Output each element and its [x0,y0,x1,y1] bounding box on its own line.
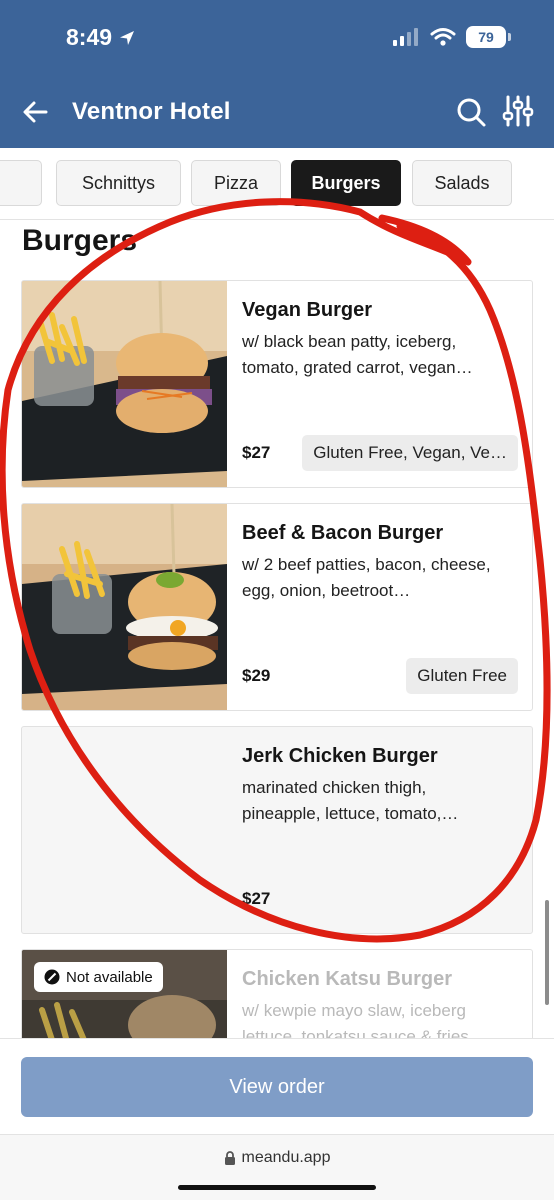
tab-label: Burgers [311,172,381,193]
tab-salads[interactable]: Salads [412,160,512,206]
item-price: $27 [242,889,271,908]
nav-bar: Ventnor Hotel [0,88,554,138]
tab-burgers[interactable]: Burgers [291,160,401,206]
status-bar: 8:49 79 [0,18,554,58]
status-time: 8:49 [66,24,136,51]
item-name: Chicken Katsu Burger [242,968,453,990]
unavailable-icon [44,969,60,985]
item-name: Jerk Chicken Burger [242,745,438,767]
menu-item-card[interactable]: Vegan Burger w/ black bean patty, iceber… [21,280,533,488]
food-photo [22,281,227,487]
tab-label: Pizza [213,172,258,193]
item-price: $29 [242,666,271,685]
clock-text: 8:49 [66,24,113,50]
browser-bar: meandu.app [0,1134,554,1200]
url-bar[interactable]: meandu.app [0,1149,554,1167]
item-description: w/ 2 beef patties, bacon, cheese, egg, o… [242,555,491,600]
item-name: Vegan Burger [242,299,373,321]
item-info: Jerk Chicken Burger marinated chicken th… [242,727,518,933]
divider [0,219,554,220]
battery-icon: 79 [466,26,511,48]
section-title: Burgers [22,224,138,257]
view-order-button[interactable]: View order [21,1057,533,1117]
dietary-tags: Gluten Free [406,658,518,694]
item-description: w/ black bean patty, iceberg, tomato, gr… [242,332,473,377]
item-name: Beef & Bacon Burger [242,522,444,544]
badge-label: Not available [66,968,153,986]
lock-icon [224,1151,235,1165]
status-icons: 79 [392,26,511,48]
tab-schnittys[interactable]: Schnittys [56,160,181,206]
item-info: Vegan Burger w/ black bean patty, iceber… [242,281,518,487]
app-header: 8:49 79 Ventnor Hotel [0,0,554,148]
bottom-bar: View order [0,1038,554,1134]
tab-pizza[interactable]: Pizza [191,160,281,206]
item-info: Beef & Bacon Burger w/ 2 beef patties, b… [242,504,518,710]
scroll-indicator [545,900,549,1005]
food-photo [22,504,227,710]
menu-item-card[interactable]: Beef & Bacon Burger w/ 2 beef patties, b… [21,503,533,711]
tab-label: Schnittys [81,172,156,193]
back-arrow-icon[interactable] [20,96,52,128]
cellular-signal-icon [393,28,418,46]
dietary-tags: Gluten Free, Vegan, Ve… [302,435,518,471]
url-text: meandu.app [241,1149,331,1166]
tab-previous[interactable] [0,160,42,206]
location-arrow-icon [120,30,135,45]
filter-sliders-icon[interactable] [502,94,534,128]
item-price: $27 [242,443,271,462]
tab-label: Salads [434,172,490,193]
battery-level: 79 [478,29,494,45]
search-icon[interactable] [455,96,487,128]
home-indicator[interactable] [178,1185,376,1190]
item-description: marinated chicken thigh, pineapple, lett… [242,778,459,823]
wifi-icon [430,28,456,46]
not-available-badge: Not available [34,962,163,992]
page-title: Ventnor Hotel [72,98,231,125]
menu-item-card[interactable]: Jerk Chicken Burger marinated chicken th… [21,726,533,934]
category-tabs: Schnittys Pizza Burgers Salads [0,160,554,208]
